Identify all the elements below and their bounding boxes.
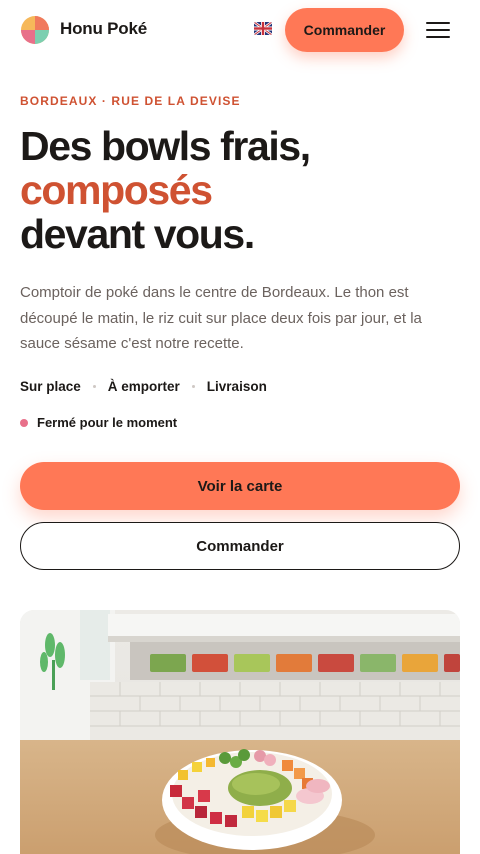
status-dot-icon [20,418,28,427]
mode-takeaway: À emporter [107,379,180,394]
hero-headline: Des bowls frais, composés devant vous. [20,123,311,257]
opening-status: Fermé pour le moment [20,415,177,430]
logo-icon[interactable] [21,16,49,44]
order-button[interactable]: Commander [20,522,460,570]
top-bar: Honu Poké Commander [0,0,480,60]
poke-bowl-illustration [20,610,460,854]
hero-description: Comptoir de poké dans le centre de Borde… [20,284,422,352]
menu-line [426,22,450,24]
headline-line-1: Des bowls frais, [20,123,311,169]
separator-dot [92,385,96,388]
menu-line [426,29,450,31]
brand-name[interactable]: Honu Poké [60,19,147,39]
location-eyebrow: BORDEAUX · RUE DE LA DEVISE [20,94,241,108]
view-menu-button[interactable]: Voir la carte [20,462,460,510]
headline-line-3: devant vous. [20,211,255,257]
hamburger-menu-icon[interactable] [426,20,450,40]
order-button-header[interactable]: Commander [285,8,404,52]
mode-delivery: Livraison [206,379,267,394]
mode-dine-in: Sur place [20,379,81,394]
separator-dot [191,385,195,388]
headline-accent: composés [20,167,213,213]
uk-flag-icon[interactable] [254,22,272,35]
hero-photo [20,610,460,854]
status-text: Fermé pour le moment [37,415,178,430]
menu-line [426,36,450,38]
service-modes: Sur place À emporter Livraison [20,379,267,394]
